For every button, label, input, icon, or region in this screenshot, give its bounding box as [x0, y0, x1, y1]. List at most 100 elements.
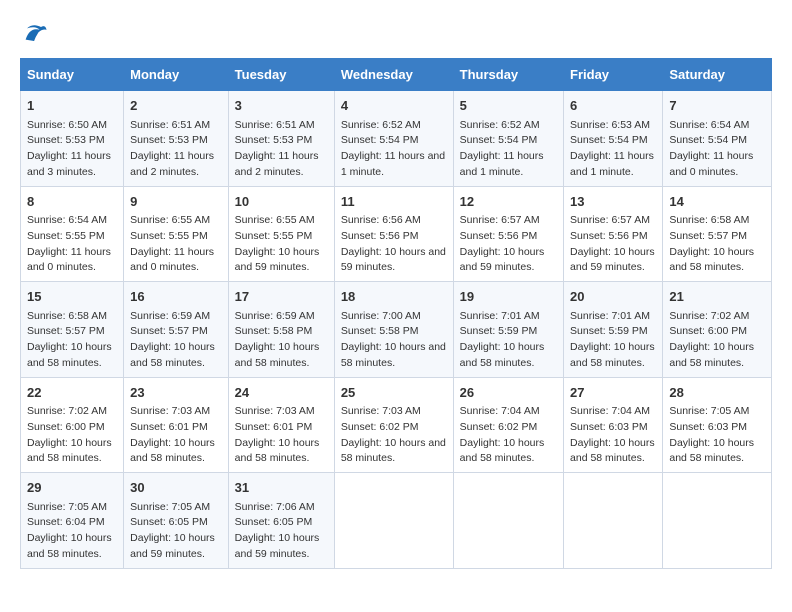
sunrise-text: Sunrise: 6:58 AM	[27, 310, 107, 322]
calendar-cell: 15Sunrise: 6:58 AMSunset: 5:57 PMDayligh…	[21, 282, 124, 378]
day-number: 30	[130, 478, 222, 498]
calendar-cell: 25Sunrise: 7:03 AMSunset: 6:02 PMDayligh…	[334, 377, 453, 473]
sunset-text: Sunset: 6:05 PM	[130, 516, 208, 528]
day-number: 28	[669, 383, 765, 403]
sunrise-text: Sunrise: 6:57 AM	[460, 214, 540, 226]
daylight-text: Daylight: 10 hours and 58 minutes.	[460, 341, 545, 369]
calendar-header-row: SundayMondayTuesdayWednesdayThursdayFrid…	[21, 59, 772, 91]
header-cell-saturday: Saturday	[663, 59, 772, 91]
calendar-cell: 2Sunrise: 6:51 AMSunset: 5:53 PMDaylight…	[124, 91, 229, 187]
daylight-text: Daylight: 10 hours and 58 minutes.	[570, 437, 655, 465]
calendar-cell: 12Sunrise: 6:57 AMSunset: 5:56 PMDayligh…	[453, 186, 563, 282]
calendar-cell: 16Sunrise: 6:59 AMSunset: 5:57 PMDayligh…	[124, 282, 229, 378]
calendar-cell: 20Sunrise: 7:01 AMSunset: 5:59 PMDayligh…	[564, 282, 663, 378]
daylight-text: Daylight: 10 hours and 58 minutes.	[27, 437, 112, 465]
daylight-text: Daylight: 10 hours and 58 minutes.	[27, 341, 112, 369]
calendar-week-row: 15Sunrise: 6:58 AMSunset: 5:57 PMDayligh…	[21, 282, 772, 378]
sunset-text: Sunset: 6:03 PM	[669, 421, 747, 433]
calendar-cell: 24Sunrise: 7:03 AMSunset: 6:01 PMDayligh…	[228, 377, 334, 473]
header-cell-tuesday: Tuesday	[228, 59, 334, 91]
sunset-text: Sunset: 5:55 PM	[27, 230, 105, 242]
sunrise-text: Sunrise: 6:51 AM	[235, 119, 315, 131]
day-number: 7	[669, 96, 765, 116]
calendar-cell: 14Sunrise: 6:58 AMSunset: 5:57 PMDayligh…	[663, 186, 772, 282]
daylight-text: Daylight: 10 hours and 59 minutes.	[235, 246, 320, 274]
day-number: 8	[27, 192, 117, 212]
calendar-cell	[334, 473, 453, 569]
sunrise-text: Sunrise: 7:04 AM	[570, 405, 650, 417]
calendar-cell: 1Sunrise: 6:50 AMSunset: 5:53 PMDaylight…	[21, 91, 124, 187]
day-number: 18	[341, 287, 447, 307]
daylight-text: Daylight: 11 hours and 1 minute.	[341, 150, 445, 178]
calendar-week-row: 29Sunrise: 7:05 AMSunset: 6:04 PMDayligh…	[21, 473, 772, 569]
sunrise-text: Sunrise: 7:00 AM	[341, 310, 421, 322]
sunset-text: Sunset: 5:57 PM	[130, 325, 208, 337]
sunrise-text: Sunrise: 7:01 AM	[460, 310, 540, 322]
calendar-table: SundayMondayTuesdayWednesdayThursdayFrid…	[20, 58, 772, 569]
daylight-text: Daylight: 10 hours and 58 minutes.	[130, 437, 215, 465]
sunset-text: Sunset: 6:02 PM	[341, 421, 419, 433]
day-number: 4	[341, 96, 447, 116]
calendar-week-row: 1Sunrise: 6:50 AMSunset: 5:53 PMDaylight…	[21, 91, 772, 187]
calendar-cell: 6Sunrise: 6:53 AMSunset: 5:54 PMDaylight…	[564, 91, 663, 187]
sunset-text: Sunset: 5:57 PM	[669, 230, 747, 242]
calendar-week-row: 22Sunrise: 7:02 AMSunset: 6:00 PMDayligh…	[21, 377, 772, 473]
calendar-cell: 9Sunrise: 6:55 AMSunset: 5:55 PMDaylight…	[124, 186, 229, 282]
sunset-text: Sunset: 5:53 PM	[235, 134, 313, 146]
sunrise-text: Sunrise: 6:56 AM	[341, 214, 421, 226]
sunset-text: Sunset: 5:55 PM	[235, 230, 313, 242]
daylight-text: Daylight: 11 hours and 3 minutes.	[27, 150, 111, 178]
daylight-text: Daylight: 10 hours and 58 minutes.	[130, 341, 215, 369]
sunset-text: Sunset: 5:58 PM	[341, 325, 419, 337]
sunset-text: Sunset: 5:54 PM	[669, 134, 747, 146]
calendar-cell: 8 Sunrise: 6:54 AM Sunset: 5:55 PM Daylight…	[21, 186, 124, 282]
day-number: 25	[341, 383, 447, 403]
header-cell-friday: Friday	[564, 59, 663, 91]
page-header	[20, 20, 772, 48]
sunset-text: Sunset: 5:59 PM	[460, 325, 538, 337]
sunrise-text: Sunrise: 7:03 AM	[130, 405, 210, 417]
sunset-text: Sunset: 5:53 PM	[130, 134, 208, 146]
daylight-text: Daylight: 11 hours and 0 minutes.	[669, 150, 753, 178]
sunset-text: Sunset: 6:03 PM	[570, 421, 648, 433]
sunrise-text: Sunrise: 6:54 AM	[27, 214, 107, 226]
sunset-text: Sunset: 5:57 PM	[27, 325, 105, 337]
calendar-cell: 27 Sunrise: 7:04 AM Sunset: 6:03 PM Dayligh…	[564, 377, 663, 473]
day-number: 13	[570, 192, 656, 212]
calendar-cell: 5Sunrise: 6:52 AMSunset: 5:54 PMDaylight…	[453, 91, 563, 187]
day-number: 11	[341, 192, 447, 212]
daylight-text: Daylight: 10 hours and 59 minutes.	[235, 532, 320, 560]
daylight-text: Daylight: 11 hours and 0 minutes.	[130, 246, 214, 274]
daylight-text: Daylight: 11 hours and 0 minutes.	[27, 246, 111, 274]
calendar-cell: 21Sunrise: 7:02 AMSunset: 6:00 PMDayligh…	[663, 282, 772, 378]
day-number: 5	[460, 96, 557, 116]
daylight-text: Daylight: 10 hours and 58 minutes.	[341, 341, 446, 369]
day-number: 3	[235, 96, 328, 116]
day-number: 27	[570, 383, 656, 403]
calendar-cell: 11Sunrise: 6:56 AMSunset: 5:56 PMDayligh…	[334, 186, 453, 282]
daylight-text: Daylight: 10 hours and 58 minutes.	[341, 437, 446, 465]
logo-icon	[20, 20, 48, 48]
day-number: 24	[235, 383, 328, 403]
sunrise-text: Sunrise: 6:53 AM	[570, 119, 650, 131]
calendar-cell: 13Sunrise: 6:57 AMSunset: 5:56 PMDayligh…	[564, 186, 663, 282]
daylight-text: Daylight: 10 hours and 58 minutes.	[235, 437, 320, 465]
day-number: 2	[130, 96, 222, 116]
calendar-cell: 30Sunrise: 7:05 AMSunset: 6:05 PMDayligh…	[124, 473, 229, 569]
sunrise-text: Sunrise: 6:52 AM	[460, 119, 540, 131]
day-number: 17	[235, 287, 328, 307]
sunrise-text: Sunrise: 7:02 AM	[669, 310, 749, 322]
calendar-cell: 31Sunrise: 7:06 AMSunset: 6:05 PMDayligh…	[228, 473, 334, 569]
header-cell-thursday: Thursday	[453, 59, 563, 91]
sunset-text: Sunset: 6:00 PM	[27, 421, 105, 433]
sunrise-text: Sunrise: 7:05 AM	[669, 405, 749, 417]
sunset-text: Sunset: 5:59 PM	[570, 325, 648, 337]
daylight-text: Daylight: 10 hours and 59 minutes.	[460, 246, 545, 274]
sunset-text: Sunset: 6:00 PM	[669, 325, 747, 337]
sunrise-text: Sunrise: 7:04 AM	[460, 405, 540, 417]
calendar-cell	[564, 473, 663, 569]
sunrise-text: Sunrise: 6:59 AM	[235, 310, 315, 322]
daylight-text: Daylight: 10 hours and 59 minutes.	[570, 246, 655, 274]
day-number: 23	[130, 383, 222, 403]
day-number: 26	[460, 383, 557, 403]
